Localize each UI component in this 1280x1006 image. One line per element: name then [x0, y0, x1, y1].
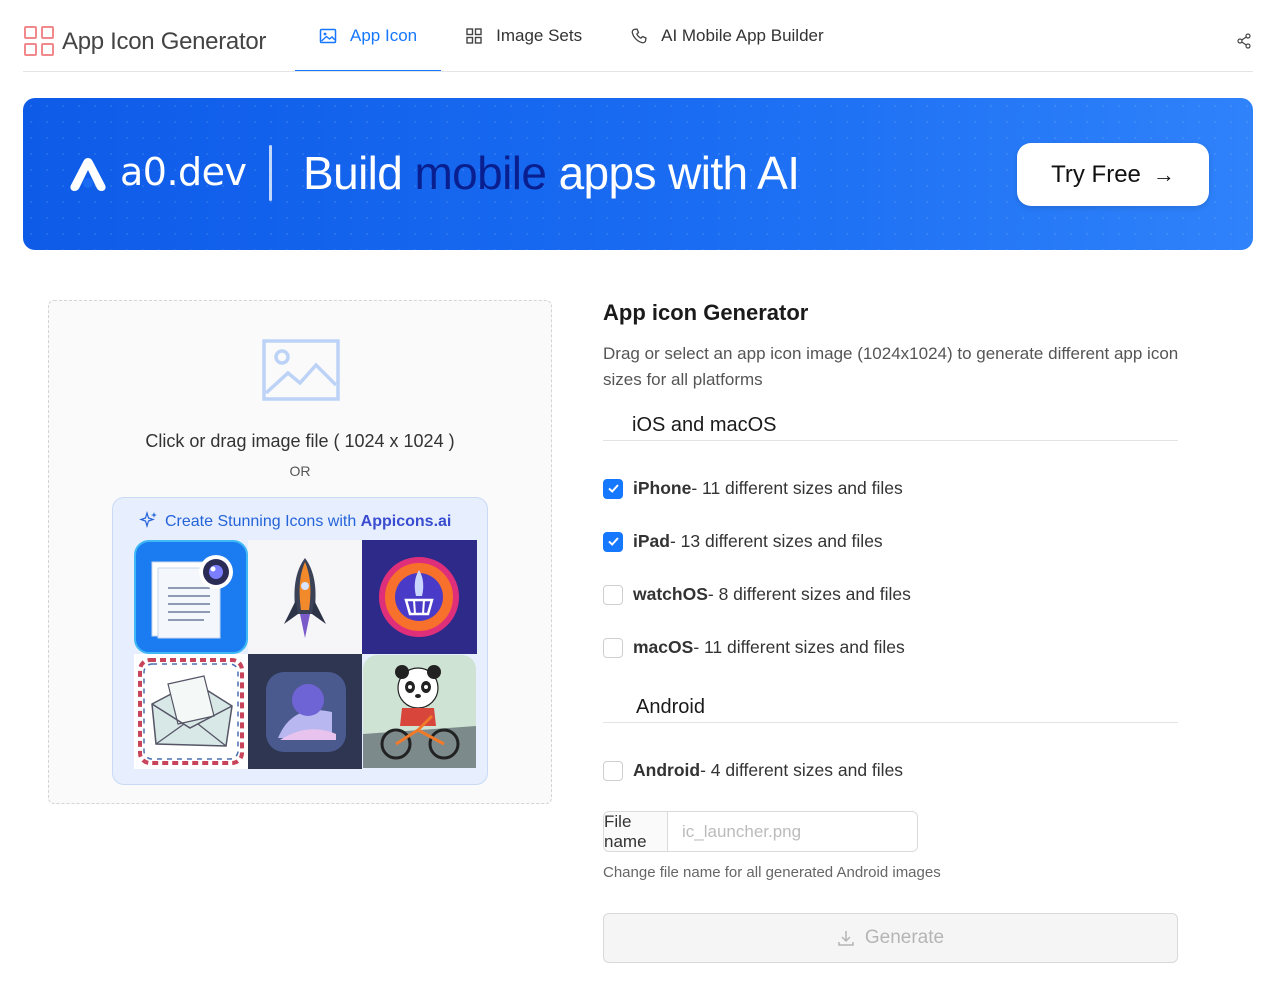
checkbox-iphone[interactable]: [603, 478, 623, 499]
tab-label: App Icon: [350, 26, 418, 45]
sample-icon-document: [134, 540, 248, 654]
upload-or: OR: [289, 463, 311, 479]
app-logo[interactable]: App Icon Generator: [24, 26, 266, 58]
top-header: App Icon Generator App Icon Image Sets A…: [0, 0, 1280, 72]
tab-ai-mobile-app-builder[interactable]: AI Mobile App Builder: [606, 0, 848, 72]
section-android: Android: [628, 696, 719, 719]
file-name-label: File name: [604, 812, 668, 851]
file-name-input[interactable]: [668, 812, 917, 851]
sample-icons-grid: [134, 540, 478, 770]
banner-brand: a0.dev: [120, 150, 247, 194]
option-iphone[interactable]: iPhone - 11 different sizes and files: [603, 478, 903, 499]
banner-separator: [269, 145, 272, 201]
sample-icon-abstract: [248, 654, 362, 769]
panel-description: Drag or select an app icon image (1024x1…: [603, 344, 1179, 389]
generate-button[interactable]: Generate: [603, 913, 1178, 963]
share-icon[interactable]: [1236, 33, 1252, 49]
image-placeholder-icon: [262, 339, 340, 401]
image-upload-dropzone[interactable]: Click or drag image file ( 1024 x 1024 )…: [48, 300, 552, 804]
sparkles-icon: [139, 510, 157, 529]
promo-banner[interactable]: a0.dev Build mobile apps with AI Try Fre…: [23, 98, 1253, 250]
sample-icon-panda: [362, 654, 477, 769]
checkbox-macos[interactable]: [603, 637, 623, 658]
checkbox-watchos[interactable]: [603, 584, 623, 605]
a0-logo-icon: [70, 158, 106, 191]
banner-highlight: mobile: [414, 147, 547, 199]
check-icon: [607, 537, 619, 546]
try-free-button[interactable]: Try Free →: [1017, 143, 1209, 206]
banner-title: Build mobile apps with AI: [303, 147, 800, 199]
check-icon: [607, 484, 619, 493]
option-macos[interactable]: macOS - 11 different sizes and files: [603, 637, 905, 658]
file-name-hint: Change file name for all generated Andro…: [603, 864, 941, 881]
arrow-right-icon: →: [1152, 161, 1175, 187]
divider-android: [603, 722, 1178, 723]
file-name-group: File name: [603, 811, 918, 852]
section-ios-macos: iOS and macOS: [628, 414, 789, 437]
download-icon: [838, 931, 854, 946]
phone-icon: [631, 28, 647, 44]
upload-prompt: Click or drag image file ( 1024 x 1024 ): [145, 431, 455, 451]
image-icon: [319, 28, 337, 44]
tab-label: AI Mobile App Builder: [661, 26, 824, 45]
logo-text: App Icon Generator: [62, 28, 267, 55]
tab-label: Image Sets: [496, 26, 583, 45]
sample-icon-basket: [362, 540, 477, 654]
checkbox-android[interactable]: [603, 760, 623, 781]
main-nav: App Icon Image Sets AI Mobile App Builde…: [295, 0, 848, 72]
sample-icon-rocket: [248, 540, 362, 654]
promo-brand: Appicons.ai: [360, 513, 452, 530]
tab-image-sets[interactable]: Image Sets: [441, 0, 606, 72]
appicons-promo-card[interactable]: Create Stunning Icons with Appicons.ai: [112, 497, 488, 785]
logo-grid-icon: [24, 26, 54, 58]
checkbox-ipad[interactable]: [603, 531, 623, 552]
option-android[interactable]: Android - 4 different sizes and files: [603, 760, 903, 781]
sample-icon-envelope: [134, 654, 248, 769]
header-divider: [23, 71, 1253, 72]
option-ipad[interactable]: iPad - 13 different sizes and files: [603, 531, 883, 552]
tab-app-icon[interactable]: App Icon: [295, 0, 442, 72]
option-watchos[interactable]: watchOS - 8 different sizes and files: [603, 584, 911, 605]
divider-ios: [603, 440, 1178, 441]
promo-link[interactable]: Create Stunning Icons with Appicons.ai: [139, 510, 452, 531]
panel-title: App icon Generator: [603, 300, 809, 325]
grid-icon: [466, 28, 482, 44]
